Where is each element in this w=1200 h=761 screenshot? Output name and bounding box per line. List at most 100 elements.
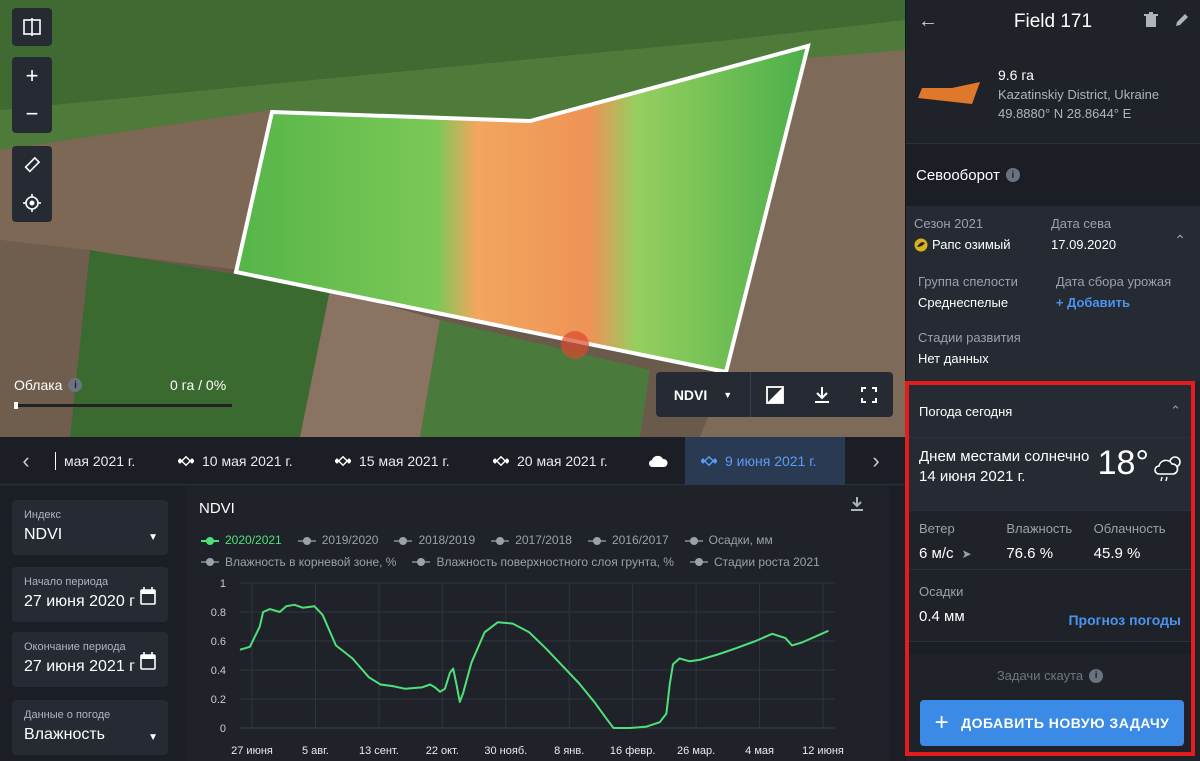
date-item-active[interactable]: 9 июня 2021 г. (685, 437, 845, 485)
x-tick-label: 12 июня (802, 745, 844, 757)
legend-item[interactable]: Осадки, мм (684, 530, 773, 551)
legend-label: 2018/2019 (418, 533, 476, 547)
cloud-icon (648, 455, 668, 468)
precipitation-row: Осадки 0.4 мм Прогноз погоды (909, 570, 1191, 642)
x-tick-label: 22 окт. (426, 745, 459, 757)
legend-item[interactable]: Влажность поверхностного слоя грунта, % (412, 552, 674, 573)
crop-rotation-header: Севооборот i (906, 144, 1200, 206)
chevron-up-icon[interactable]: ⌃ (1174, 232, 1186, 249)
index-filter[interactable]: Индекс NDVI ▼ (12, 500, 168, 555)
wind-value: 6 м/с ➤ (919, 545, 1006, 562)
split-view-control[interactable] (12, 8, 52, 46)
next-date-arrow[interactable]: › (856, 437, 896, 485)
season-card: Сезон 2021 Рапс озимый Дата сева 17.09.2… (906, 206, 1200, 381)
satellite-icon (493, 455, 509, 467)
zoom-in-button[interactable]: + (12, 57, 52, 95)
x-tick-label: 13 сент. (359, 745, 399, 757)
weather-data-filter[interactable]: Данные о погоде Влажность ▼ (12, 700, 168, 755)
legend-marker (491, 536, 510, 545)
legend-item[interactable]: 2019/2020 (297, 530, 379, 551)
date-label: 20 мая 2021 г. (517, 453, 608, 469)
maturity-label: Группа спелости (918, 274, 1018, 289)
zoom-out-button[interactable]: − (12, 95, 52, 133)
legend-marker (689, 558, 708, 566)
legend-item[interactable]: 2020/2021 (201, 530, 282, 551)
partly-sunny-rain-icon (1154, 456, 1181, 482)
split-view-icon[interactable] (12, 8, 52, 46)
scout-tasks-label: Задачи скаута i (909, 654, 1191, 683)
locate-icon[interactable] (12, 184, 52, 222)
back-arrow-icon[interactable]: ← (918, 10, 938, 33)
chart-filters: Индекс NDVI ▼ Начало периода 27 июня 202… (0, 486, 185, 761)
clouds-label-text: Облака (14, 377, 63, 393)
y-tick-label: 1 (220, 578, 226, 590)
clouds-slider[interactable] (14, 402, 232, 409)
contrast-button[interactable] (751, 372, 798, 417)
index-select[interactable]: NDVI ▼ (656, 372, 751, 417)
clouds-value: 0 га / 0% (170, 377, 227, 393)
legend-item[interactable]: 2017/2018 (491, 530, 572, 551)
cloudiness-value: 45.9 % (1093, 545, 1141, 562)
legend-item[interactable]: Стадии роста 2021 (689, 552, 820, 573)
fullscreen-button[interactable] (846, 372, 893, 417)
prev-date-arrow[interactable]: ‹ (6, 437, 46, 485)
legend-label: 2019/2020 (321, 533, 379, 547)
date-item[interactable]: 20 мая 2021 г. (493, 437, 608, 485)
ndvi-chart-panel: NDVI 2020/2021 2019/2020 2018/2019 2017/201… (185, 486, 890, 761)
index-select-label: NDVI (673, 386, 708, 403)
cursor-mark (55, 452, 56, 470)
map-view[interactable]: + − Облака i 0 га / 0% NDVI ▼ (0, 0, 905, 437)
y-tick-label: 0.8 (211, 607, 226, 619)
calendar-icon[interactable] (140, 587, 156, 605)
x-tick-label: 4 мая (745, 745, 774, 757)
clouds-label: Облака i (14, 377, 83, 393)
trash-icon[interactable] (1144, 12, 1158, 28)
add-harvest-date-link[interactable]: + Добавить (1056, 295, 1188, 310)
legend-item[interactable]: Влажность в корневой зоне, % (201, 552, 396, 573)
wind-speed: 6 м/с (919, 545, 954, 562)
cloudy-date-item[interactable] (648, 437, 668, 485)
date-item[interactable]: мая 2021 г. (55, 437, 135, 485)
ndvi-line-chart[interactable]: 1 0.8 0.6 0.4 0.2 0 27 июня 5 авг. 13 сент. 22 ок… (185, 571, 890, 761)
start-date-filter[interactable]: Начало периода 27 июня 2020 г (12, 567, 168, 622)
chart-legend: 2020/2021 2019/2020 2018/2019 2017/2018 2016… (201, 530, 841, 573)
precipitation-label: Осадки (919, 584, 964, 599)
date-item[interactable]: 10 мая 2021 г. (178, 437, 293, 485)
weather-description: Днем местами солнечно (919, 448, 1090, 465)
date-label: 15 мая 2021 г. (359, 453, 450, 469)
legend-label: 2016/2017 (611, 533, 669, 547)
legend-label: Влажность поверхностного слоя грунта, % (436, 554, 674, 569)
fullscreen-icon (861, 386, 878, 403)
legend-item[interactable]: 2018/2019 (394, 530, 475, 551)
end-date-filter[interactable]: Окончание периода 27 июня 2021 г (12, 632, 168, 687)
chart-title: NDVI (199, 500, 235, 517)
section-gap (909, 642, 1191, 654)
chart-download-icon[interactable] (850, 496, 864, 512)
legend-label: Стадии роста 2021 (713, 554, 820, 569)
download-button[interactable] (798, 372, 845, 417)
caret-down-icon: ▼ (148, 532, 158, 543)
clouds-slider-knob[interactable] (14, 402, 18, 409)
chevron-up-icon[interactable]: ⌃ (1170, 403, 1181, 419)
forecast-link[interactable]: Прогноз погоды (1068, 612, 1181, 628)
legend-label: Влажность в корневой зоне, % (225, 554, 397, 569)
ruler-icon[interactable] (12, 146, 52, 184)
filter-value: Влажность (24, 726, 106, 743)
pencil-icon[interactable] (1174, 12, 1190, 28)
legend-item[interactable]: 2016/2017 (587, 530, 669, 551)
weather-header[interactable]: Погода сегодня ⌃ (909, 385, 1191, 437)
satellite-icon (178, 455, 194, 467)
caret-down-icon: ▼ (148, 732, 158, 743)
x-tick-label: 27 июня (231, 745, 273, 757)
add-task-button[interactable]: + ДОБАВИТЬ НОВУЮ ЗАДАЧУ (920, 700, 1184, 746)
info-icon[interactable]: i (68, 378, 83, 392)
legend-label: Осадки, мм (708, 533, 773, 547)
calendar-icon[interactable] (140, 652, 156, 670)
wind-direction-icon: ➤ (961, 546, 972, 561)
info-icon[interactable]: i (1005, 168, 1020, 182)
season-label: Сезон 2021 (914, 216, 984, 231)
y-tick-label: 0.6 (211, 636, 226, 648)
info-icon[interactable]: i (1089, 668, 1104, 683)
date-item[interactable]: 15 мая 2021 г. (335, 437, 450, 485)
map-toolbar: NDVI ▼ (656, 372, 893, 417)
